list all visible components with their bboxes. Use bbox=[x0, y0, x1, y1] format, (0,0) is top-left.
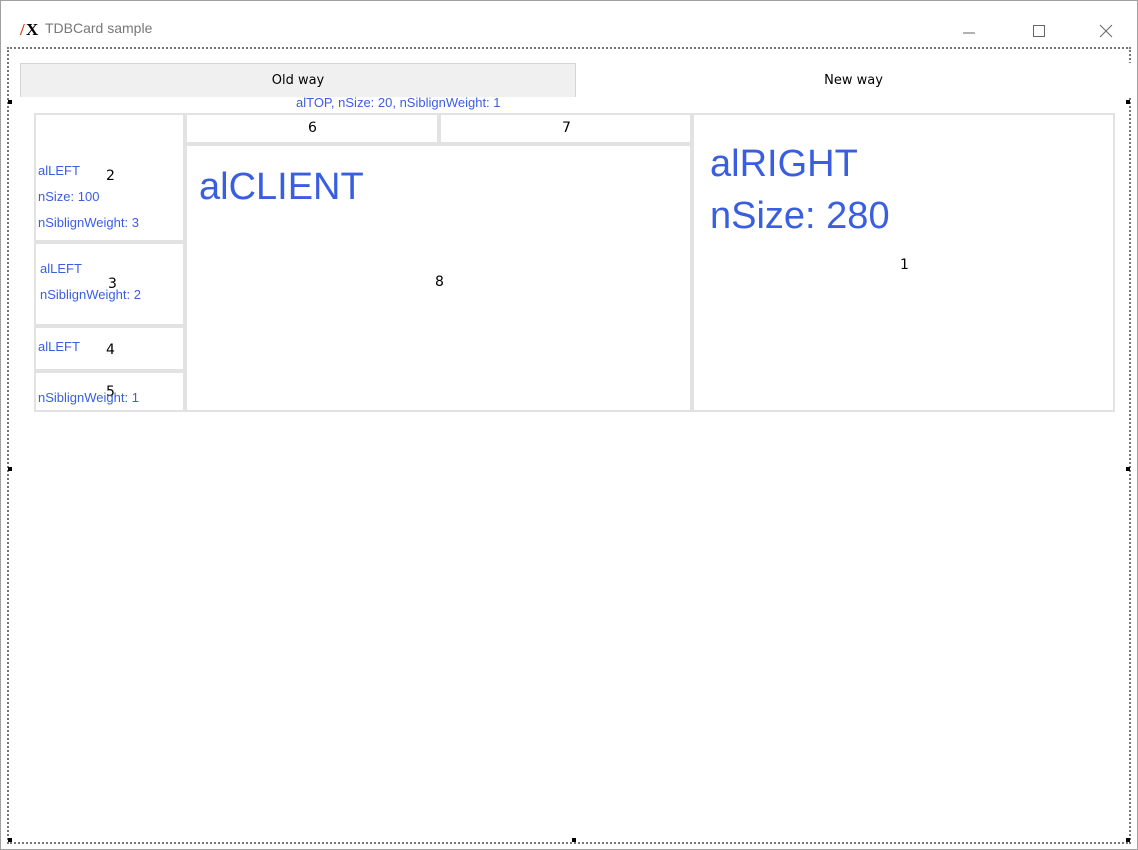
maximize-icon bbox=[1033, 25, 1045, 37]
right-align-label: alRIGHT bbox=[710, 143, 858, 185]
selection-handle[interactable] bbox=[8, 467, 12, 471]
panel-7[interactable]: 7 bbox=[439, 113, 692, 144]
selection-handle[interactable] bbox=[1126, 100, 1130, 104]
panel-5[interactable]: 5 nSiblignWeight: 1 bbox=[34, 371, 185, 412]
panel-6[interactable]: 6 bbox=[185, 113, 439, 144]
title-bar[interactable]: / X TDBCard sample bbox=[1, 1, 1137, 47]
panel-align-label: alLEFT bbox=[40, 261, 82, 276]
maximize-button[interactable] bbox=[1016, 15, 1062, 47]
minimize-icon bbox=[963, 32, 975, 34]
panel-number: 4 bbox=[106, 342, 115, 358]
close-button[interactable] bbox=[1083, 15, 1129, 47]
right-size-label: nSize: 280 bbox=[710, 195, 890, 237]
selection-handle[interactable] bbox=[1126, 467, 1130, 471]
panel-size-label: nSize: 100 bbox=[38, 189, 100, 204]
tab-label: New way bbox=[824, 72, 883, 88]
panel-8[interactable]: alCLIENT 8 bbox=[185, 144, 692, 412]
client-align-label: alCLIENT bbox=[199, 166, 364, 208]
panel-number: 8 bbox=[435, 274, 444, 290]
tab-new-way[interactable]: New way bbox=[576, 63, 1131, 97]
tab-label: Old way bbox=[271, 73, 325, 88]
panel-1[interactable]: alRIGHT nSize: 280 1 bbox=[692, 113, 1115, 412]
panel-number: 7 bbox=[562, 120, 571, 136]
panel-weight-label: nSiblignWeight: 3 bbox=[38, 215, 139, 230]
panel-number: 6 bbox=[308, 120, 317, 136]
selection-handle[interactable] bbox=[8, 838, 12, 842]
minimize-button[interactable] bbox=[946, 15, 992, 47]
app-logo-icon: / X bbox=[20, 20, 39, 39]
panel-weight-label: nSiblignWeight: 2 bbox=[40, 287, 141, 302]
tab-old-way[interactable]: Old way bbox=[20, 63, 576, 97]
selection-handle[interactable] bbox=[8, 100, 12, 104]
panel-align-label: alLEFT bbox=[38, 163, 80, 178]
panel-number: 2 bbox=[106, 168, 115, 184]
panel-weight-label: nSiblignWeight: 1 bbox=[38, 390, 139, 405]
panel-3[interactable]: alLEFT 3 nSiblignWeight: 2 bbox=[34, 242, 185, 326]
top-caption: alTOP, nSize: 20, nSiblignWeight: 1 bbox=[296, 95, 501, 110]
selection-handle[interactable] bbox=[1126, 838, 1130, 842]
panel-4[interactable]: alLEFT 4 bbox=[34, 326, 185, 371]
selection-handle[interactable] bbox=[572, 838, 576, 842]
close-icon bbox=[1099, 24, 1113, 38]
window-title: TDBCard sample bbox=[45, 20, 153, 36]
panel-number: 1 bbox=[900, 257, 909, 273]
panel-2[interactable]: alLEFT 2 nSize: 100 nSiblignWeight: 3 bbox=[34, 113, 185, 242]
panel-align-label: alLEFT bbox=[38, 339, 80, 354]
